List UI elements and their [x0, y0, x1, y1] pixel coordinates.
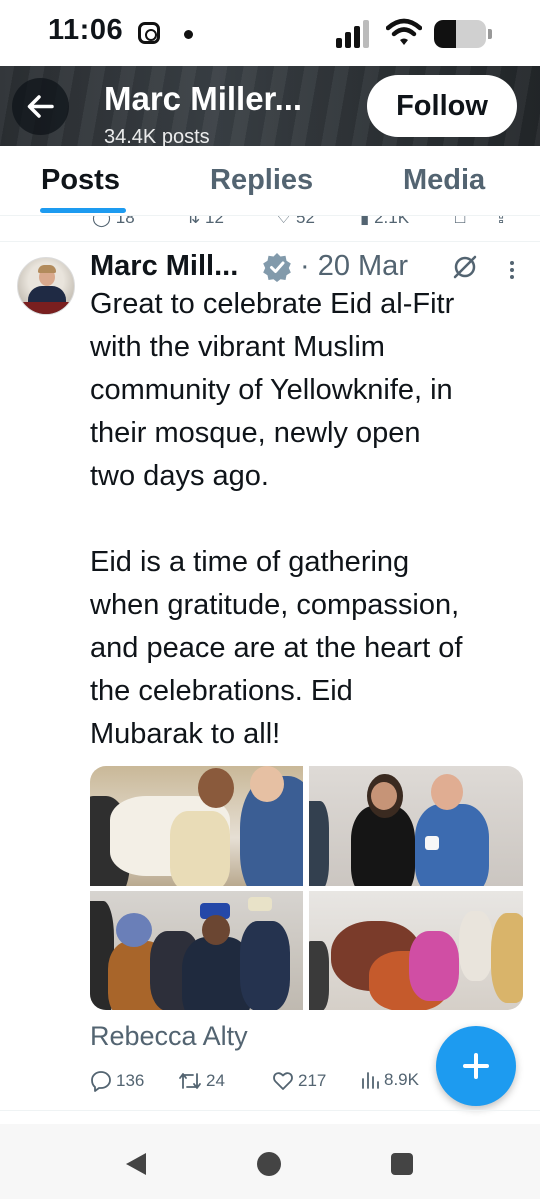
- repost-count: 24: [206, 1071, 225, 1090]
- grok-icon[interactable]: [452, 254, 478, 280]
- views-button[interactable]: 8.9K: [360, 1070, 419, 1090]
- heart-icon: [273, 1072, 293, 1090]
- previous-view-count-label: 2.1K: [374, 216, 410, 227]
- profile-tabs: Posts Replies Media: [0, 146, 540, 216]
- arrow-left-icon: [27, 95, 54, 118]
- previous-reply-count-label: 18: [115, 216, 135, 227]
- reply-button[interactable]: 136: [90, 1070, 144, 1092]
- instagram-notification-icon: [138, 22, 160, 44]
- system-navigation-bar: [0, 1124, 540, 1199]
- views-icon: [362, 1072, 379, 1089]
- tweet-photo-2[interactable]: [309, 766, 523, 886]
- active-tab-indicator: [40, 208, 126, 213]
- wifi-icon: [386, 18, 422, 45]
- previous-like-count[interactable]: ♡ 52: [276, 216, 315, 228]
- previous-reply-count[interactable]: ◯ 18: [92, 216, 135, 228]
- nav-back-icon[interactable]: [126, 1153, 146, 1175]
- like-count: 217: [298, 1071, 327, 1090]
- views-icon: ▮: [360, 216, 370, 227]
- post-count: 34.4K posts: [104, 126, 210, 146]
- status-time: 11:06: [48, 14, 124, 46]
- follow-button[interactable]: Follow: [367, 75, 517, 137]
- avatar[interactable]: [17, 257, 75, 315]
- tweet-date[interactable]: · 20 Mar: [300, 250, 408, 283]
- tab-replies[interactable]: Replies: [210, 164, 313, 197]
- bookmark-icon[interactable]: □: [455, 216, 465, 228]
- battery-icon: [434, 20, 486, 48]
- reply-count: 136: [116, 1071, 145, 1090]
- previous-tweet-action-bar: ◯ 18 ⇅ 12 ♡ 52 ▮ 2.1K □ ⇪: [0, 216, 540, 242]
- share-icon[interactable]: ⇪: [494, 216, 508, 228]
- nav-recents-icon[interactable]: [391, 1153, 413, 1175]
- more-options-icon[interactable]: [508, 260, 516, 280]
- photo-tag-caption[interactable]: Rebecca Alty: [90, 1021, 248, 1052]
- repost-button[interactable]: 24: [178, 1070, 225, 1092]
- status-bar: 11:06: [0, 0, 540, 66]
- battery-level: [434, 20, 456, 48]
- battery-tip: [488, 29, 492, 39]
- profile-name-title: Marc Miller...: [104, 80, 303, 117]
- compose-button[interactable]: [436, 1026, 516, 1106]
- tweet-photo-grid[interactable]: [90, 766, 523, 1010]
- tweet-photo-4[interactable]: [309, 891, 523, 1010]
- reply-icon: ◯: [92, 216, 112, 227]
- previous-view-count[interactable]: ▮ 2.1K: [360, 216, 409, 228]
- repost-icon: ⇅: [186, 216, 201, 227]
- verified-badge-icon: [263, 253, 291, 282]
- tweet-header: Marc Mill... · 20 Mar: [90, 248, 530, 284]
- view-count: 8.9K: [384, 1070, 419, 1089]
- previous-repost-count[interactable]: ⇅ 12: [186, 216, 224, 228]
- tweet-photo-3[interactable]: [90, 891, 303, 1010]
- tweet-text[interactable]: Great to celebrate Eid al-Fitr with the …: [90, 283, 530, 756]
- tweet-photo-1[interactable]: [90, 766, 303, 886]
- signal-icon: [336, 20, 374, 48]
- notification-dot-icon: [184, 30, 193, 39]
- repost-icon: [179, 1073, 201, 1089]
- tab-posts[interactable]: Posts: [41, 164, 120, 197]
- previous-like-count-label: 52: [295, 216, 315, 227]
- previous-repost-count-label: 12: [204, 216, 224, 227]
- feed-divider: [0, 1110, 540, 1111]
- nav-home-icon[interactable]: [257, 1152, 281, 1176]
- reply-icon: [91, 1071, 111, 1092]
- heart-icon: ♡: [276, 216, 292, 227]
- back-button[interactable]: [12, 78, 69, 135]
- like-button[interactable]: 217: [272, 1070, 326, 1092]
- author-name[interactable]: Marc Mill...: [90, 250, 238, 283]
- tab-media[interactable]: Media: [403, 164, 485, 197]
